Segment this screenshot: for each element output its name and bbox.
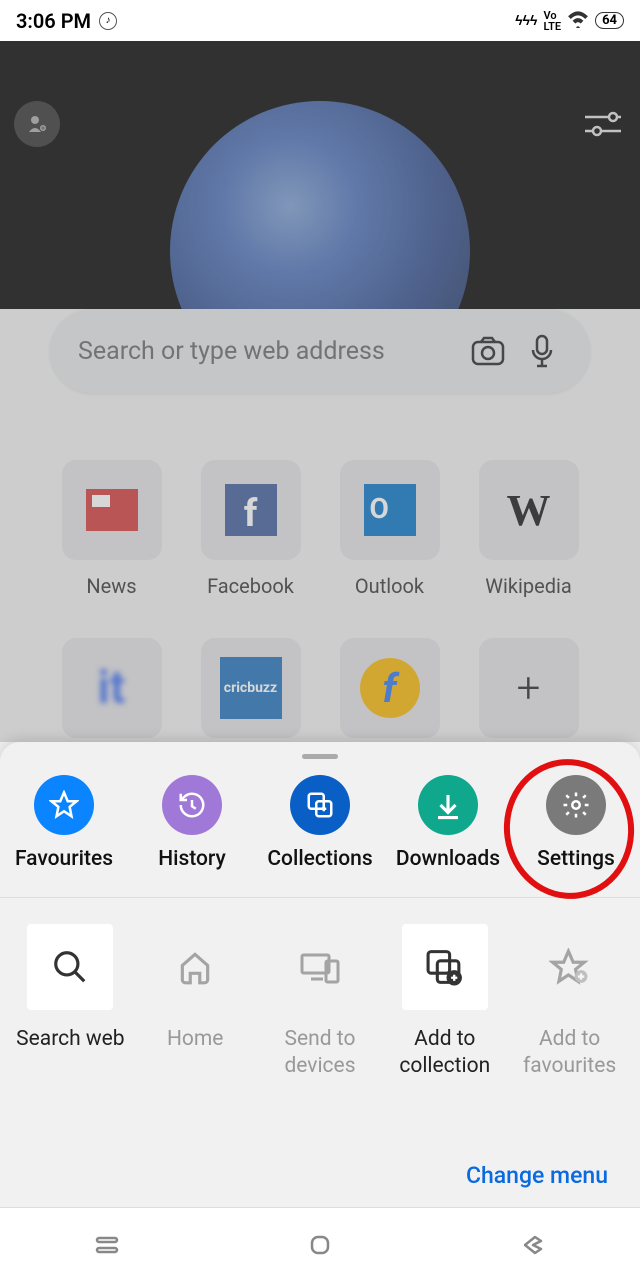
outlook-icon [364,484,416,536]
speed-dial-grid: News fFacebook Outlook WWikipedia it cri… [0,460,640,752]
status-bar: 3:06 PM ♪ ϟϟϟ VoLTE 64 [0,0,640,41]
recents-button[interactable] [92,1230,122,1260]
feed-settings-button[interactable] [580,101,626,147]
sd-wikipedia[interactable]: WWikipedia [475,460,582,598]
sd-facebook[interactable]: fFacebook [197,460,304,598]
sd-indiatimes[interactable]: it [58,638,165,752]
send-to-devices-button[interactable]: Send to devices [258,924,383,1081]
back-button[interactable] [518,1230,548,1260]
history-button[interactable]: History [129,775,255,871]
camera-icon[interactable] [468,331,508,371]
devices-icon [277,924,363,1010]
download-icon [418,775,478,835]
sd-flipkart[interactable]: f [336,638,443,752]
star-icon [34,775,94,835]
gear-icon [546,775,606,835]
sd-cricbuzz[interactable]: cricbuzz [197,638,304,752]
profile-button[interactable] [14,101,60,147]
collections-icon [290,775,350,835]
history-icon [162,775,222,835]
quick-row: Favourites History Collections Downloads… [0,765,640,898]
volte-icon: VoLTE [543,10,561,32]
add-to-collection-button[interactable]: Add to collection [382,924,507,1081]
sd-news[interactable]: News [58,460,165,598]
downloads-button[interactable]: Downloads [385,775,511,871]
music-icon: ♪ [99,12,117,30]
collections-button[interactable]: Collections [257,775,383,871]
search-web-button[interactable]: Search web [8,924,133,1081]
home-nav-button[interactable] [305,1230,335,1260]
home-button[interactable]: Home [133,924,258,1081]
charging-icon: ϟϟϟ [515,12,537,29]
planet-image [170,101,470,309]
settings-button[interactable]: Settings [513,775,639,871]
search-icon [27,924,113,1010]
favourites-button[interactable]: Favourites [1,775,127,871]
sd-outlook[interactable]: Outlook [336,460,443,598]
sd-add[interactable]: + [475,638,582,752]
address-bar[interactable] [50,309,590,393]
home-icon [152,924,238,1010]
mic-icon[interactable] [522,331,562,371]
wifi-icon [567,10,589,32]
battery-level: 64 [595,12,624,29]
facebook-icon: f [225,484,277,536]
hero-area [0,41,640,309]
star-plus-icon [527,924,613,1010]
flipkart-icon: f [360,658,420,718]
cricbuzz-icon: cricbuzz [220,657,282,719]
news-icon [86,489,138,531]
change-menu-link[interactable]: Change menu [466,1162,608,1189]
clock: 3:06 PM [16,9,91,33]
bottom-sheet: Favourites History Collections Downloads… [0,742,640,1281]
plus-icon: + [517,664,541,713]
wikipedia-icon: W [507,485,551,536]
drag-handle[interactable] [302,754,338,759]
add-collection-icon [402,924,488,1010]
system-nav [0,1207,640,1281]
indiatimes-icon: it [98,661,126,715]
search-input[interactable] [78,337,454,366]
action-row: Search web Home Send to devices Add to c… [0,898,640,1081]
add-to-favourites-button[interactable]: Add to favourites [507,924,632,1081]
